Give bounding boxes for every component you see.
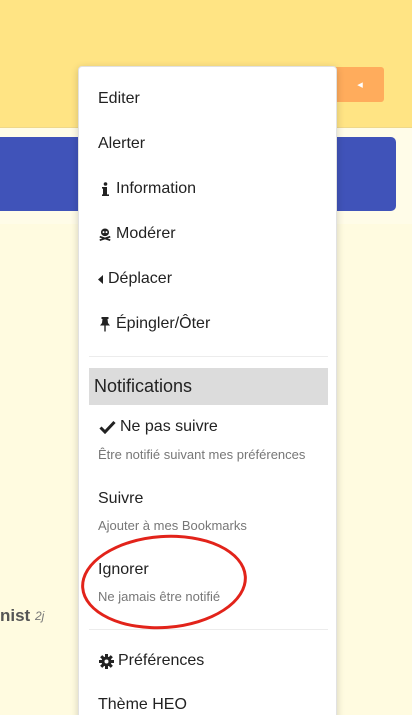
menu-item-label: Préférences [118, 652, 205, 669]
caret-left-icon [98, 271, 104, 287]
menu-item-label: Déplacer [108, 270, 173, 287]
menu-item-theme[interactable]: Thème HEO [98, 696, 187, 714]
menu-item-label: Information [116, 180, 197, 197]
menu-item-preferences[interactable]: Préférences [98, 652, 204, 670]
skull-crossbones-icon [98, 226, 112, 242]
collapse-toggle-button[interactable]: ◂ [336, 67, 384, 102]
gear-icon [98, 653, 114, 669]
caret-left-icon: ◂ [357, 79, 363, 91]
menu-item-label: Editer [98, 90, 140, 107]
notification-option-description: Ajouter à mes Bookmarks [98, 518, 247, 533]
menu-item-label: Alerter [98, 135, 146, 152]
notification-option-ne-pas-suivre[interactable]: Ne pas suivre [98, 418, 218, 436]
menu-item-label: Thème HEO [98, 696, 187, 713]
menu-item-label: Modérer [116, 225, 176, 242]
post-time: 2j [35, 609, 45, 623]
menu-divider [89, 629, 328, 630]
notifications-header: Notifications [89, 368, 328, 405]
post-author[interactable]: nist [0, 606, 30, 626]
menu-item-moderer[interactable]: Modérer [98, 225, 176, 243]
page: ◂ nist 2j Editer Alerter Information Mod… [0, 0, 412, 715]
info-icon [98, 181, 112, 197]
menu-item-epingler[interactable]: Épingler/Ôter [98, 315, 210, 333]
menu-item-information[interactable]: Information [98, 180, 196, 198]
menu-item-label: Épingler/Ôter [116, 315, 211, 332]
notification-option-description: Être notifié suivant mes préférences [98, 447, 306, 462]
menu-item-deplacer[interactable]: Déplacer [98, 270, 172, 288]
notification-option-suivre[interactable]: Suivre [98, 490, 143, 508]
check-icon [98, 419, 116, 435]
menu-item-alerter[interactable]: Alerter [98, 135, 145, 153]
notification-option-label: Ne pas suivre [120, 418, 218, 435]
menu-divider [89, 356, 328, 357]
notification-option-label: Suivre [98, 490, 144, 507]
thumbtack-icon [98, 316, 112, 332]
menu-item-editer[interactable]: Editer [98, 90, 140, 108]
